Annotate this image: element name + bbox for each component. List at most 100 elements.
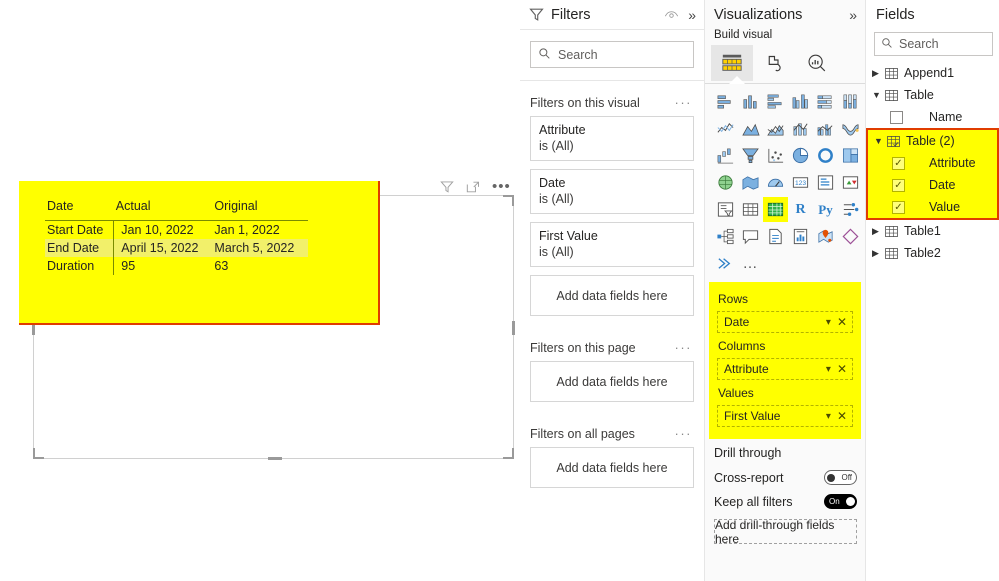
chevron-down-icon[interactable]: ▾ bbox=[826, 364, 831, 375]
chevron-right-icon[interactable]: ▶ bbox=[872, 248, 885, 259]
resize-handle-bottom-left-h[interactable] bbox=[33, 457, 44, 459]
power-apps-icon[interactable] bbox=[838, 224, 863, 249]
paginated-report-icon[interactable] bbox=[788, 224, 813, 249]
chevron-down-icon[interactable]: ▼ bbox=[872, 90, 885, 100]
matrix-icon[interactable] bbox=[763, 197, 788, 222]
stacked-bar-chart-icon[interactable] bbox=[713, 89, 738, 114]
matrix-col-header-actual[interactable]: Actual bbox=[113, 199, 213, 221]
visual-type-gallery[interactable]: 123 R Py … bbox=[705, 84, 865, 278]
card-icon[interactable]: 123 bbox=[788, 170, 813, 195]
section-menu-icon[interactable]: ··· bbox=[675, 95, 693, 110]
clustered-column-chart-icon[interactable] bbox=[788, 89, 813, 114]
report-canvas[interactable]: ••• Date Actual Original Start Date Jan … bbox=[0, 0, 520, 581]
eye-icon[interactable] bbox=[664, 9, 679, 21]
field-pill-attribute[interactable]: Attribute ▾ ✕ bbox=[717, 358, 853, 380]
stacked-column-chart-icon[interactable] bbox=[738, 89, 763, 114]
key-influencers-icon[interactable] bbox=[838, 197, 863, 222]
arcgis-maps-icon[interactable] bbox=[813, 224, 838, 249]
table-row[interactable]: End Date April 15, 2022 March 5, 2022 bbox=[45, 239, 309, 257]
resize-handle-bottom-right-h[interactable] bbox=[503, 457, 514, 459]
remove-field-icon[interactable]: ✕ bbox=[837, 315, 847, 329]
field-table-table1[interactable]: ▶ Table1 bbox=[866, 220, 999, 242]
filter-icon[interactable] bbox=[440, 180, 454, 194]
matrix-row-header[interactable]: End Date bbox=[45, 239, 115, 257]
field-item-name[interactable]: Name bbox=[866, 106, 999, 128]
matrix-cell-actual[interactable]: Jan 10, 2022 bbox=[114, 221, 213, 240]
power-automate-icon[interactable] bbox=[713, 251, 738, 276]
r-script-visual-icon[interactable]: R bbox=[788, 197, 813, 222]
collapse-pane-icon[interactable]: » bbox=[688, 8, 696, 22]
matrix-cell-original[interactable]: Jan 1, 2022 bbox=[212, 221, 308, 240]
matrix-row-header[interactable]: Duration bbox=[45, 257, 115, 275]
treemap-icon[interactable] bbox=[838, 143, 863, 168]
filters-visual-dropzone[interactable]: Add data fields here bbox=[530, 275, 694, 316]
chevron-down-icon[interactable]: ▼ bbox=[874, 136, 887, 146]
matrix-visual[interactable]: Date Actual Original Start Date Jan 10, … bbox=[19, 181, 380, 325]
filters-search-input[interactable]: Search bbox=[530, 41, 694, 68]
field-pill-first-value[interactable]: First Value ▾ ✕ bbox=[717, 405, 853, 427]
remove-field-icon[interactable]: ✕ bbox=[837, 409, 847, 423]
fields-search-input[interactable]: Search bbox=[874, 32, 993, 56]
waterfall-chart-icon[interactable] bbox=[713, 143, 738, 168]
section-menu-icon[interactable]: ··· bbox=[675, 340, 693, 355]
table-row[interactable]: Start Date Jan 10, 2022 Jan 1, 2022 bbox=[45, 220, 308, 240]
pie-chart-icon[interactable] bbox=[788, 143, 813, 168]
matrix-cell-actual[interactable]: April 15, 2022 bbox=[113, 239, 213, 257]
filters-page-dropzone[interactable]: Add data fields here bbox=[530, 361, 694, 402]
field-table-table2b[interactable]: ▶ Table2 bbox=[866, 242, 999, 264]
chevron-right-icon[interactable]: ▶ bbox=[872, 68, 885, 79]
field-checkbox[interactable]: ✓ bbox=[892, 200, 905, 214]
chevron-right-icon[interactable]: ▶ bbox=[872, 226, 885, 237]
field-table-append1[interactable]: ▶ Append1 bbox=[866, 62, 999, 84]
matrix-cell-original[interactable]: March 5, 2022 bbox=[212, 239, 309, 257]
smart-narrative-icon[interactable] bbox=[763, 224, 788, 249]
analytics-tab[interactable] bbox=[795, 45, 837, 81]
matrix-col-header-original[interactable]: Original bbox=[212, 199, 309, 221]
chevron-down-icon[interactable]: ▾ bbox=[826, 411, 831, 422]
collapse-pane-icon[interactable]: » bbox=[849, 8, 857, 22]
ribbon-chart-icon[interactable] bbox=[838, 116, 863, 141]
slicer-icon[interactable] bbox=[713, 197, 738, 222]
focus-mode-icon[interactable] bbox=[466, 180, 480, 194]
field-checkbox[interactable]: ✓ bbox=[892, 156, 905, 170]
table-icon[interactable] bbox=[738, 197, 763, 222]
field-checkbox[interactable] bbox=[890, 110, 903, 124]
line-stacked-column-chart-icon[interactable] bbox=[788, 116, 813, 141]
funnel-chart-icon[interactable] bbox=[738, 143, 763, 168]
table-row[interactable]: Duration 95 63 bbox=[45, 257, 308, 275]
section-menu-icon[interactable]: ··· bbox=[675, 426, 693, 441]
remove-field-icon[interactable]: ✕ bbox=[837, 362, 847, 376]
matrix-row-header[interactable]: Start Date bbox=[45, 220, 115, 239]
filters-allpages-dropzone[interactable]: Add data fields here bbox=[530, 447, 694, 488]
more-options-icon[interactable]: ••• bbox=[492, 179, 511, 194]
donut-chart-icon[interactable] bbox=[813, 143, 838, 168]
visual-header-toolbar[interactable]: ••• bbox=[440, 179, 511, 194]
matrix-cell-actual[interactable]: 95 bbox=[114, 257, 213, 275]
qa-visual-icon[interactable] bbox=[738, 224, 763, 249]
field-item-date[interactable]: ✓ Date bbox=[868, 174, 997, 196]
decomposition-tree-icon[interactable] bbox=[713, 224, 738, 249]
more-visuals-icon[interactable]: … bbox=[738, 251, 763, 276]
field-item-attribute[interactable]: ✓ Attribute bbox=[868, 152, 997, 174]
filter-card-attribute[interactable]: Attribute is (All) bbox=[530, 116, 694, 161]
keep-all-filters-toggle[interactable]: On bbox=[824, 494, 857, 509]
scatter-chart-icon[interactable] bbox=[763, 143, 788, 168]
field-table-table2[interactable]: ▼ Table (2) bbox=[868, 130, 997, 152]
cross-report-toggle[interactable]: Off bbox=[824, 470, 857, 485]
line-clustered-column-chart-icon[interactable] bbox=[813, 116, 838, 141]
resize-handle-right-middle[interactable] bbox=[512, 321, 515, 335]
resize-handle-top-right-h[interactable] bbox=[503, 195, 514, 197]
resize-handle-bottom-center[interactable] bbox=[268, 457, 282, 460]
field-item-value[interactable]: ✓ Value bbox=[868, 196, 997, 218]
stacked-area-chart-icon[interactable] bbox=[763, 116, 788, 141]
format-visual-tab[interactable] bbox=[753, 45, 795, 81]
kpi-icon[interactable] bbox=[838, 170, 863, 195]
matrix-col-header-date[interactable]: Date bbox=[45, 199, 114, 221]
filter-card-date[interactable]: Date is (All) bbox=[530, 169, 694, 214]
python-visual-icon[interactable]: Py bbox=[813, 197, 838, 222]
area-chart-icon[interactable] bbox=[738, 116, 763, 141]
chevron-down-icon[interactable]: ▾ bbox=[826, 317, 831, 328]
line-chart-icon[interactable] bbox=[713, 116, 738, 141]
filter-card-first-value[interactable]: First Value is (All) bbox=[530, 222, 694, 267]
100-stacked-column-chart-icon[interactable] bbox=[838, 89, 863, 114]
